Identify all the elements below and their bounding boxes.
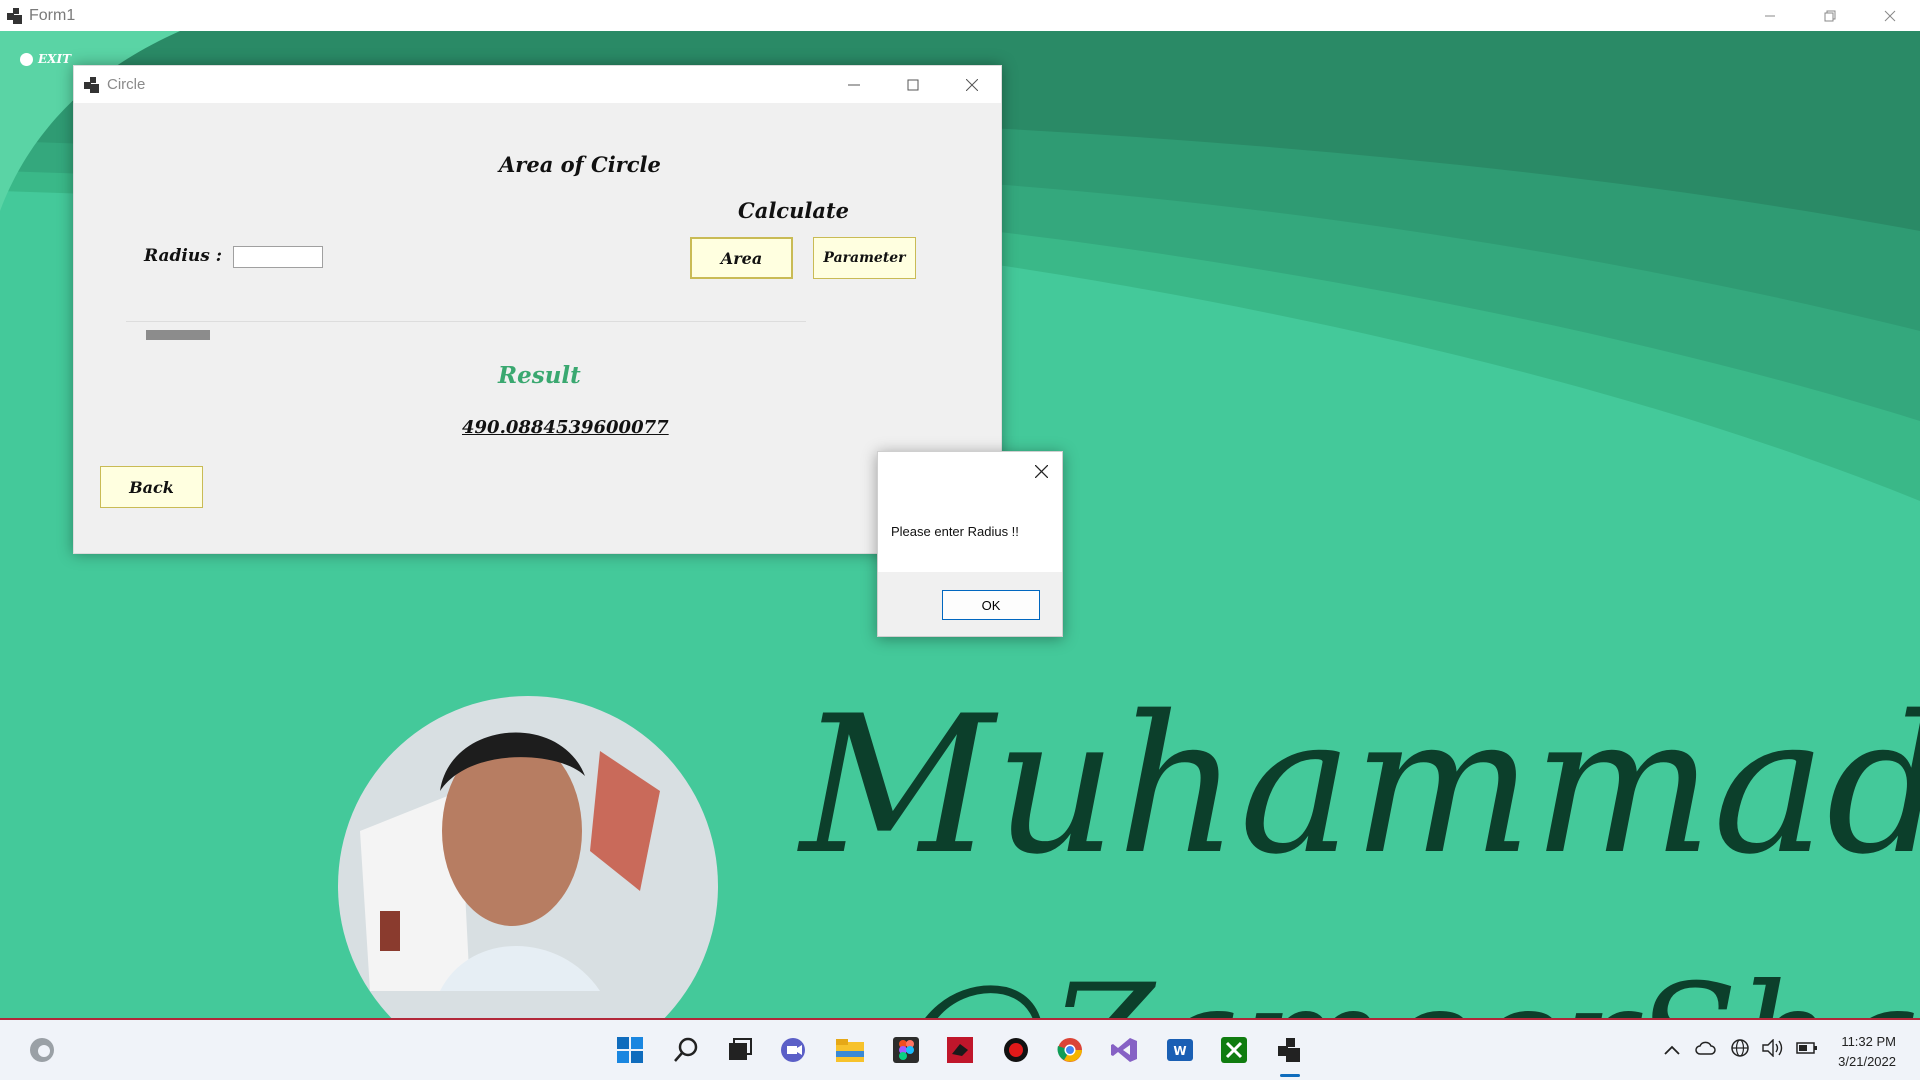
separator-line (126, 321, 806, 322)
chrome-icon[interactable] (1054, 1034, 1086, 1066)
volume-icon[interactable] (1762, 1038, 1784, 1061)
progress-bar (146, 330, 210, 340)
start-icon[interactable] (614, 1034, 646, 1066)
radio-dot-icon (20, 52, 33, 66)
taskbar: W 11:32 PM 3/21/2022 (0, 1018, 1920, 1080)
radius-label: Radius : (144, 246, 223, 266)
chat-icon[interactable] (778, 1034, 810, 1066)
clock-date: 3/21/2022 (1838, 1054, 1896, 1069)
message-box: Please enter Radius !! OK (877, 451, 1063, 637)
signature-name: Muhammad R (797, 675, 1920, 896)
area-button[interactable]: Area (690, 237, 793, 279)
main-window-titlebar: Form1 (0, 0, 1920, 31)
figma-icon[interactable] (890, 1034, 922, 1066)
main-window-title: Form1 (29, 6, 76, 24)
form-app-icon[interactable] (1274, 1034, 1306, 1066)
app-red-icon[interactable] (944, 1034, 976, 1066)
circle-dialog: Circle Area of Circle Calculate Radius :… (73, 65, 1002, 554)
heading-area-of-circle: Area of Circle (499, 152, 661, 177)
calculate-label: Calculate (738, 198, 849, 223)
restore-button[interactable] (1800, 0, 1860, 31)
clock[interactable]: 11:32 PM 3/21/2022 (1838, 1032, 1896, 1072)
message-close-button[interactable] (1030, 460, 1052, 482)
dialog-minimize-button[interactable] (824, 66, 883, 103)
app-icon (84, 76, 100, 93)
app-icon (6, 7, 24, 25)
result-value: 490.0884539600077 (462, 417, 669, 438)
exit-radio[interactable]: EXIT (20, 52, 71, 66)
parameter-button[interactable]: Parameter (813, 237, 916, 279)
task-view-icon[interactable] (724, 1034, 756, 1066)
back-button[interactable]: Back (100, 466, 203, 508)
signature-handle: @ZameerShaikh (900, 953, 1920, 1018)
globe-icon[interactable] (1730, 1038, 1750, 1062)
cloud-icon[interactable] (1694, 1040, 1716, 1060)
record-icon[interactable] (1000, 1034, 1032, 1066)
tray-icons (1664, 1034, 1818, 1066)
dialog-close-button[interactable] (942, 66, 1001, 103)
file-explorer-icon[interactable] (834, 1034, 866, 1066)
exit-label: EXIT (38, 52, 71, 66)
clock-time: 11:32 PM (1841, 1034, 1896, 1049)
battery-icon[interactable] (1796, 1040, 1818, 1060)
active-app-indicator (1280, 1074, 1300, 1077)
minimize-button[interactable] (1740, 0, 1800, 31)
circle-dialog-titlebar: Circle (74, 66, 1001, 103)
result-label: Result (498, 362, 581, 389)
circle-dialog-title: Circle (107, 76, 146, 93)
search-icon[interactable] (670, 1034, 702, 1066)
close-button[interactable] (1860, 0, 1920, 31)
visual-studio-icon[interactable] (1108, 1034, 1140, 1066)
ok-button[interactable]: OK (942, 590, 1040, 620)
dialog-maximize-button[interactable] (883, 66, 942, 103)
radius-input[interactable] (233, 246, 323, 268)
edge-icon[interactable] (26, 1034, 58, 1066)
chevron-up-icon[interactable] (1664, 1041, 1680, 1060)
svg-text:W: W (1173, 1044, 1186, 1058)
message-text: Please enter Radius !! (891, 524, 1019, 539)
xbox-icon[interactable] (1218, 1034, 1250, 1066)
word-icon[interactable]: W (1164, 1034, 1196, 1066)
